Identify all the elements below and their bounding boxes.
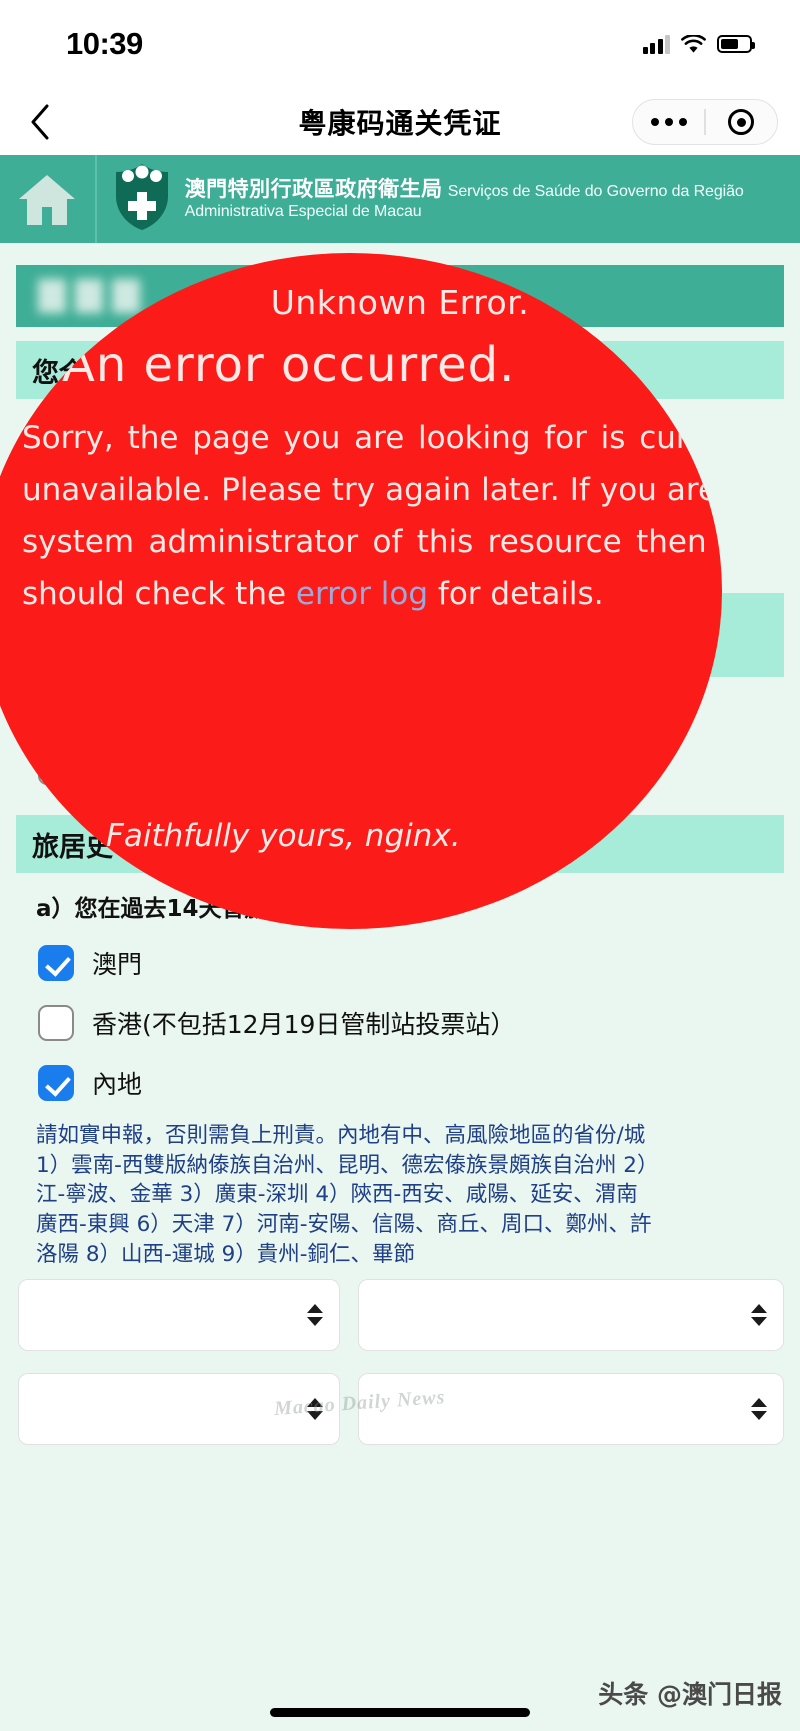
- checkbox-row[interactable]: 澳門: [0, 933, 800, 993]
- gov-title-zh: 澳門特別行政區政府衛生局: [184, 176, 443, 201]
- wifi-icon: [681, 33, 706, 54]
- note-line: 洛陽 8）山西-運城 9）貴州-銅仁、畢節: [36, 1241, 416, 1267]
- required-asterisk: *: [115, 828, 130, 860]
- chevron-updown-icon: [751, 1304, 767, 1327]
- target-circle-icon[interactable]: [706, 109, 777, 135]
- checkbox-row[interactable]: 內地: [0, 1053, 800, 1113]
- note-line: 廣西-東興 6）天津 7）河南-安陽、信陽、商丘、周口、鄭州、許: [36, 1211, 652, 1237]
- city-select-2[interactable]: [358, 1373, 784, 1446]
- province-select-1[interactable]: [18, 1279, 340, 1352]
- redacted-name: [38, 279, 140, 313]
- contact-section-heading: 您全日內是否曾接觸新型冠狀病毒肺炎確診病人？: [16, 593, 784, 677]
- note-line: 江-寧波、金華 3）廣東-深圳 4）陝西-西安、咸陽、延安、渭南: [36, 1182, 638, 1208]
- chevron-updown-icon: [307, 1304, 323, 1327]
- form-page: 澳門特別行政區政府衛生局 Serviços de Saúde do Govern…: [0, 155, 800, 1731]
- checkbox-label: 否: [92, 754, 118, 783]
- checkbox-macau[interactable]: [38, 945, 74, 981]
- province-select-2[interactable]: [18, 1373, 340, 1446]
- home-indicator: [270, 1708, 530, 1717]
- checkbox-label: 內地: [92, 1070, 143, 1099]
- travel-heading-text: 旅居史: [32, 831, 113, 863]
- checkbox-row[interactable]: 否: [0, 737, 800, 797]
- wechat-capsule: [632, 99, 778, 145]
- checkbox-row[interactable]: 沒有以上症狀: [0, 519, 800, 579]
- gov-brand: 澳門特別行政區政府衛生局 Serviços de Saúde do Govern…: [97, 155, 800, 243]
- wechat-nav-bar: 粤康码通关凭证: [0, 88, 800, 155]
- checkbox-mainland[interactable]: [38, 1065, 74, 1101]
- city-select-1[interactable]: [358, 1279, 784, 1352]
- checkbox-hongkong[interactable]: [38, 1005, 74, 1041]
- cellular-bars-icon: [642, 34, 670, 54]
- checkbox-row[interactable]: 香港(不包括12月19日管制站投票站）: [0, 993, 800, 1053]
- checkbox-contact-no[interactable]: [38, 749, 74, 785]
- location-selects: [0, 1269, 800, 1446]
- gov-title-block: 澳門特別行政區政府衛生局 Serviços de Saúde do Govern…: [185, 177, 800, 222]
- phone-screen: 10:39 粤康码通关凭证 澳門特別行政區政府衛生局 Serviços de S…: [0, 0, 800, 1731]
- status-indicators: [642, 33, 755, 54]
- chevron-updown-icon: [751, 1398, 767, 1421]
- checkbox-no-symptoms[interactable]: [38, 531, 74, 567]
- note-line: 1）雲南-西雙版納傣族自治州、昆明、德宏傣族景頗族自治州 2）: [36, 1152, 659, 1178]
- select-row: [18, 1279, 784, 1352]
- travel-question: a）您在過去14天曾旅行和居住的地方：: [36, 896, 452, 922]
- home-icon[interactable]: [0, 155, 97, 243]
- select-row: [18, 1373, 784, 1446]
- checkbox-label: 是: [92, 694, 118, 723]
- checkbox-cough[interactable]: [38, 471, 74, 507]
- user-name-banner: [16, 265, 784, 327]
- battery-icon: [717, 35, 755, 53]
- checkbox-label: 澳門: [92, 950, 143, 979]
- gov-header: 澳門特別行政區政府衛生局 Serviços de Saúde do Govern…: [0, 155, 800, 243]
- travel-note: 請如實申報，否則需負上刑責。內地有中、高風險地區的省份/城 1）雲南-西雙版納傣…: [0, 1113, 800, 1269]
- symptom-section-heading: 您全日內是否出現以下症狀？: [16, 341, 784, 399]
- checkbox-row[interactable]: 發燒: [0, 399, 800, 459]
- checkbox-label: 香港(不包括12月19日管制站投票站）: [92, 1010, 516, 1039]
- note-line: 請如實申報，否則需負上刑責。內地有中、高風險地區的省份/城: [36, 1123, 646, 1148]
- travel-section-heading: 旅居史 *: [16, 815, 784, 873]
- checkbox-fever[interactable]: [38, 411, 74, 447]
- checkbox-row[interactable]: 咳嗽、氣促、呼吸困難或其他呼吸道症狀: [0, 459, 800, 519]
- checkbox-label: 咳嗽、氣促、呼吸困難或其他呼吸道症狀: [92, 476, 543, 505]
- checkbox-row[interactable]: 是: [0, 677, 800, 737]
- chevron-updown-icon: [307, 1398, 323, 1421]
- status-clock: 10:39: [66, 26, 143, 61]
- checkbox-label: 沒有以上症狀: [92, 536, 243, 565]
- checkbox-contact-yes[interactable]: [38, 689, 74, 725]
- checkbox-label: 發燒: [92, 416, 143, 445]
- health-shield-icon: [113, 162, 171, 236]
- more-dots-icon[interactable]: [633, 118, 704, 126]
- status-bar: 10:39: [0, 0, 800, 88]
